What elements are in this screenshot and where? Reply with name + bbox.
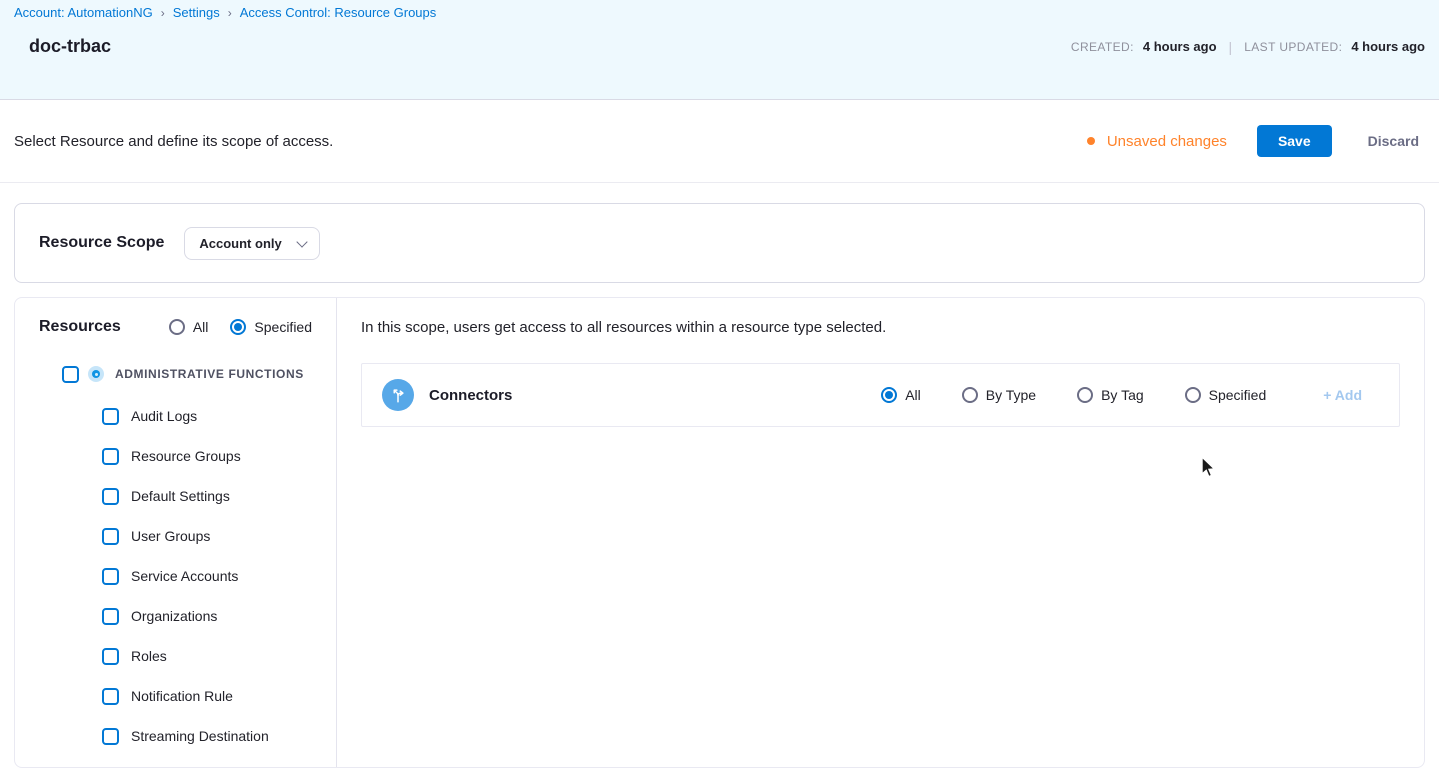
tree-item-list: Audit Logs Resource Groups Default Setti… [39, 396, 312, 756]
tree-item-label: Roles [131, 648, 167, 664]
resource-row-radio-option[interactable]: By Type [962, 387, 1036, 403]
created-value: 4 hours ago [1143, 39, 1217, 54]
action-toolbar: Select Resource and define its scope of … [0, 100, 1439, 183]
resource-row-connectors: Connectors All By Type [361, 363, 1400, 427]
tree-item-label: Notification Rule [131, 688, 233, 704]
resources-scope-radio-option[interactable]: All [169, 319, 209, 335]
tree-item[interactable]: User Groups [39, 516, 312, 556]
tree-item-label: User Groups [131, 528, 210, 544]
breadcrumb-item: Access Control: Resource Groups [240, 5, 453, 20]
page-title: doc-trbac [29, 36, 111, 57]
tree-item[interactable]: Service Accounts [39, 556, 312, 596]
radio-icon[interactable] [881, 387, 897, 403]
item-checkbox[interactable] [102, 648, 119, 665]
resource-scope-dropdown-value: Account only [199, 236, 281, 251]
breadcrumb-link[interactable]: Account: AutomationNG [14, 5, 153, 20]
resource-row-radio-group: All By Type By Tag [881, 387, 1266, 403]
unsaved-changes-badge: Unsaved changes [1087, 133, 1227, 150]
tree-item-label: Default Settings [131, 488, 230, 504]
toolbar-description: Select Resource and define its scope of … [14, 133, 333, 150]
header-meta: CREATED: 4 hours ago | LAST UPDATED: 4 h… [1071, 39, 1425, 55]
tree-item-label: Resource Groups [131, 448, 241, 464]
item-checkbox[interactable] [102, 408, 119, 425]
connectors-avatar-icon [382, 379, 414, 411]
tree-group-label: ADMINISTRATIVE FUNCTIONS [115, 367, 304, 381]
item-checkbox[interactable] [102, 568, 119, 585]
page-header: Account: AutomationNG › Settings › Acces… [0, 0, 1439, 100]
save-button[interactable]: Save [1257, 125, 1332, 157]
content-area: Resource Scope Account only Resources Al… [0, 183, 1439, 768]
chevron-right-icon: › [161, 6, 165, 20]
radio-icon[interactable] [169, 319, 185, 335]
item-checkbox[interactable] [102, 608, 119, 625]
resources-main: In this scope, users get access to all r… [337, 298, 1424, 767]
resources-scope-radio-group: All Specified [169, 319, 312, 335]
radio-option-label: Specified [1209, 387, 1267, 403]
item-checkbox[interactable] [102, 688, 119, 705]
resources-scope-radio-option[interactable]: Specified [230, 319, 312, 335]
radio-icon[interactable] [230, 319, 246, 335]
toolbar-actions: Unsaved changes Save Discard [1087, 125, 1425, 157]
header-title-row: doc-trbac CREATED: 4 hours ago | LAST UP… [0, 36, 1439, 57]
breadcrumb-item: Account: AutomationNG › [14, 5, 173, 20]
item-checkbox[interactable] [102, 728, 119, 745]
tree-item[interactable]: Organizations [39, 596, 312, 636]
resource-scope-dropdown[interactable]: Account only [184, 227, 319, 260]
discard-button[interactable]: Discard [1362, 125, 1425, 157]
tree-item[interactable]: Audit Logs [39, 396, 312, 436]
breadcrumb: Account: AutomationNG › Settings › Acces… [0, 0, 1439, 20]
resource-scope-card: Resource Scope Account only [14, 203, 1425, 283]
tree-item-label: Streaming Destination [131, 728, 269, 744]
tree-item-label: Organizations [131, 608, 217, 624]
resource-row-radio-option[interactable]: All [881, 387, 921, 403]
resources-sidebar: Resources All Specified [15, 298, 337, 767]
resource-row-radio-option[interactable]: Specified [1185, 387, 1267, 403]
item-checkbox[interactable] [102, 528, 119, 545]
resource-row-title: Connectors [429, 387, 512, 404]
tree-item[interactable]: Streaming Destination [39, 716, 312, 756]
tree-item[interactable]: Resource Groups [39, 436, 312, 476]
radio-option-label: By Type [986, 387, 1036, 403]
breadcrumb-link[interactable]: Access Control: Resource Groups [240, 5, 437, 20]
scope-note: In this scope, users get access to all r… [361, 319, 1400, 336]
group-checkbox[interactable] [62, 366, 79, 383]
chevron-right-icon: › [228, 6, 232, 20]
collapse-indicator-icon[interactable] [88, 366, 104, 382]
resources-panel: Resources All Specified [14, 297, 1425, 768]
last-updated-label: LAST UPDATED: [1244, 40, 1342, 54]
radio-icon[interactable] [1077, 387, 1093, 403]
chevron-down-icon [296, 236, 307, 247]
radio-option-label: All [905, 387, 921, 403]
tree-item[interactable]: Roles [39, 636, 312, 676]
unsaved-changes-label: Unsaved changes [1107, 133, 1227, 150]
tree-item[interactable]: Default Settings [39, 476, 312, 516]
item-checkbox[interactable] [102, 448, 119, 465]
last-updated-value: 4 hours ago [1351, 39, 1425, 54]
created-label: CREATED: [1071, 40, 1134, 54]
resource-scope-label: Resource Scope [39, 234, 164, 252]
dot-icon [1087, 137, 1095, 145]
radio-icon[interactable] [962, 387, 978, 403]
breadcrumb-link[interactable]: Settings [173, 5, 220, 20]
breadcrumb-item: Settings › [173, 5, 240, 20]
radio-option-label: All [193, 319, 209, 335]
resource-row-radio-option[interactable]: By Tag [1077, 387, 1144, 403]
radio-option-label: By Tag [1101, 387, 1144, 403]
tree-group-administrative-functions: ADMINISTRATIVE FUNCTIONS [62, 362, 312, 386]
resources-sidebar-header: Resources All Specified [39, 318, 312, 336]
item-checkbox[interactable] [102, 488, 119, 505]
radio-icon[interactable] [1185, 387, 1201, 403]
resources-title: Resources [39, 318, 121, 336]
resources-tree: ADMINISTRATIVE FUNCTIONS Audit Logs Reso… [39, 362, 312, 756]
add-button[interactable]: + Add [1323, 387, 1362, 403]
tree-item[interactable]: Notification Rule [39, 676, 312, 716]
meta-divider: | [1226, 39, 1236, 55]
tree-item-label: Audit Logs [131, 408, 197, 424]
radio-option-label: Specified [254, 319, 312, 335]
tree-item-label: Service Accounts [131, 568, 238, 584]
